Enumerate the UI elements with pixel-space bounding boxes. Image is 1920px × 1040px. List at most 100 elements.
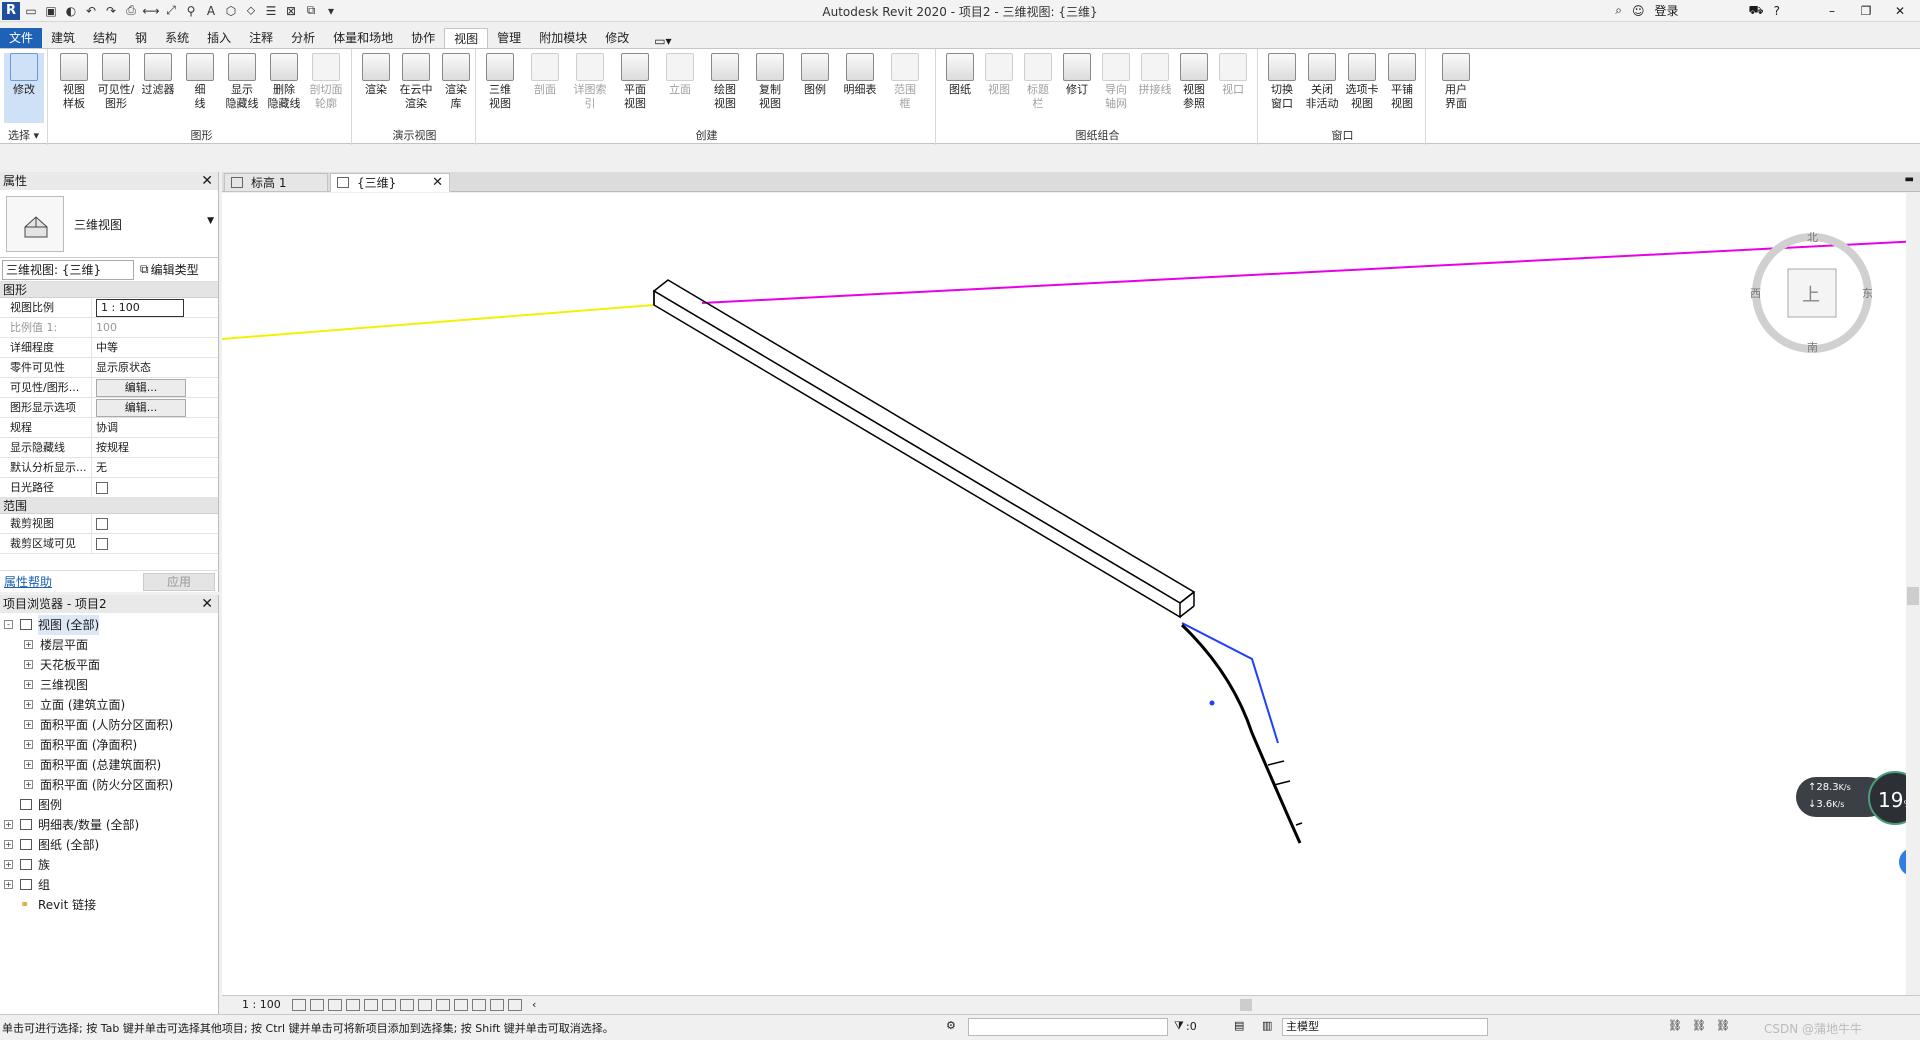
undo-icon[interactable]: ↶ xyxy=(82,2,100,20)
ribbon-button-sheet-3[interactable]: 修订 xyxy=(1057,53,1097,97)
workset-icon[interactable]: ⚙ xyxy=(946,1019,956,1032)
ribbon-button-presentation-2[interactable]: 渲染 库 xyxy=(436,53,476,111)
vertical-scrollbar[interactable] xyxy=(1906,193,1920,995)
worksharing-icon[interactable] xyxy=(472,998,486,1011)
browser-item[interactable]: 图例 xyxy=(0,795,218,815)
browser-item[interactable]: + 楼层平面 xyxy=(0,635,218,655)
ribbon-button-sheet-6[interactable]: 视图 参照 xyxy=(1174,53,1214,111)
ribbon-tab[interactable]: 协作 xyxy=(402,28,444,48)
section-icon[interactable]: ⬦ xyxy=(242,2,260,20)
ribbon-button-create-5[interactable]: 绘图 视图 xyxy=(705,53,745,111)
select-underlay-icon[interactable]: ⛓ xyxy=(1692,1019,1706,1032)
property-value[interactable]: 编辑... xyxy=(92,398,186,417)
expand-icon[interactable]: + xyxy=(4,860,13,869)
property-group-header[interactable]: 图形 xyxy=(0,282,218,298)
ribbon-button-presentation-0[interactable]: 渲染 xyxy=(356,53,396,97)
design-options-icon[interactable]: ▥ xyxy=(1262,1019,1272,1032)
close-properties-icon[interactable]: ✕ xyxy=(201,172,213,190)
ribbon-button-create-8[interactable]: 明细表 xyxy=(840,53,880,97)
panel-title-select[interactable]: 选择 ▾ xyxy=(0,127,47,143)
ribbon-button-create-3[interactable]: 平面 视图 xyxy=(615,53,655,111)
select-links-icon[interactable]: ⛓ xyxy=(1668,1019,1682,1032)
help-icon[interactable]: ? xyxy=(1774,4,1780,18)
property-checkbox[interactable] xyxy=(96,482,108,494)
ribbon-tab[interactable]: 修改 xyxy=(596,28,638,48)
crop-view-icon[interactable] xyxy=(382,998,396,1011)
analytical-model-icon[interactable] xyxy=(490,998,504,1011)
horizontal-scroll-thumb[interactable] xyxy=(1240,999,1252,1011)
close-tab-icon[interactable]: ✕ xyxy=(432,174,443,192)
view-scale[interactable]: 1 : 100 xyxy=(242,998,292,1011)
ribbon-button-graphics-0[interactable]: 视图 样板 xyxy=(54,53,94,111)
browser-item[interactable]: + 立面 (建筑立面) xyxy=(0,695,218,715)
vertical-scroll-thumb[interactable] xyxy=(1907,587,1919,605)
cart-icon[interactable]: ⛟ xyxy=(1749,3,1764,19)
browser-item[interactable]: ⚭ Revit 链接 xyxy=(0,895,218,915)
redo-icon[interactable]: ↷ xyxy=(102,2,120,20)
visual-style-icon[interactable] xyxy=(310,998,324,1011)
ribbon-tab[interactable]: 插入 xyxy=(198,28,240,48)
expand-icon[interactable]: + xyxy=(24,680,33,689)
black-curve[interactable] xyxy=(1180,623,1302,844)
ribbon-tab[interactable]: 管理 xyxy=(488,28,530,48)
ribbon-tab[interactable]: 注释 xyxy=(240,28,282,48)
property-value[interactable]: 中等 xyxy=(92,338,184,357)
property-value[interactable]: 按规程 xyxy=(92,438,184,457)
view-canvas[interactable]: 上 北 南 东 西 ↑28.3K/s ↓3.6K/s 19% ‹ xyxy=(222,193,1920,995)
sync-icon[interactable]: ◐ xyxy=(62,2,80,20)
expand-icon[interactable]: + xyxy=(4,880,13,889)
property-value[interactable] xyxy=(92,478,184,497)
measure-icon[interactable]: ⟷ xyxy=(142,2,160,20)
compass-west[interactable]: 西 xyxy=(1750,285,1761,301)
expand-icon[interactable]: + xyxy=(24,660,33,669)
design-option-combo[interactable]: 主模型 xyxy=(1282,1018,1488,1036)
property-value[interactable]: 编辑... xyxy=(92,378,186,397)
ribbon-tab[interactable]: 系统 xyxy=(156,28,198,48)
ribbon-button-windows-1[interactable]: 关闭 非活动 xyxy=(1302,53,1342,111)
property-checkbox[interactable] xyxy=(96,538,108,550)
ribbon-button-create-6[interactable]: 复制 视图 xyxy=(750,53,790,111)
ribbon-button-sheet-5[interactable]: 拼接线 xyxy=(1135,53,1175,97)
ribbon-button-windows-0[interactable]: 切换 窗口 xyxy=(1262,53,1302,111)
filter-icon[interactable]: ⧩ xyxy=(1174,1019,1184,1033)
ribbon-button-graphics-5[interactable]: 删除 隐藏线 xyxy=(264,53,304,111)
edit-button[interactable]: 编辑... xyxy=(96,379,186,397)
close-hidden-icon[interactable]: ⊠ xyxy=(282,2,300,20)
workset-combo[interactable] xyxy=(968,1018,1168,1036)
scroll-left-icon[interactable]: ‹ xyxy=(532,998,536,1011)
properties-help-link[interactable]: 属性帮助 xyxy=(4,573,52,590)
compass-east[interactable]: 东 xyxy=(1862,285,1873,301)
ribbon-button-sheet-7[interactable]: 视口 xyxy=(1213,53,1253,97)
browser-item[interactable]: + 面积平面 (净面积) xyxy=(0,735,218,755)
browser-item[interactable]: + 天花板平面 xyxy=(0,655,218,675)
blue-point[interactable] xyxy=(1209,700,1215,706)
ribbon-button-create-7[interactable]: 图例 xyxy=(795,53,835,97)
print-icon[interactable]: ⎙ xyxy=(122,2,140,20)
viewcube[interactable]: 上 北 南 东 西 xyxy=(1750,231,1873,354)
login-link[interactable]: 登录 xyxy=(1655,2,1679,19)
sun-path-icon[interactable] xyxy=(328,998,342,1011)
ribbon-button-sheet-0[interactable]: 图纸 xyxy=(940,53,980,97)
ribbon-button-create-9[interactable]: 范围 框 xyxy=(885,53,925,111)
ribbon-button-graphics-1[interactable]: 可见性/ 图形 xyxy=(96,53,136,111)
apply-button[interactable]: 应用 xyxy=(143,572,215,591)
show-crop-icon[interactable] xyxy=(400,998,414,1011)
ribbon-button-create-1[interactable]: 剖面 xyxy=(525,53,565,97)
expand-icon[interactable]: + xyxy=(4,840,13,849)
tab-overflow-icon[interactable]: ▬ xyxy=(1905,174,1914,185)
ribbon-button-create-4[interactable]: 立面 xyxy=(660,53,700,97)
minimize-button[interactable]: – xyxy=(1820,4,1844,18)
ribbon-button-presentation-1[interactable]: 在云中 渲染 xyxy=(396,53,436,111)
modify-button[interactable]: 修改 xyxy=(4,53,44,123)
ribbon-button-windows-3[interactable]: 平铺 视图 xyxy=(1382,53,1422,111)
ribbon-tab[interactable]: 附加模块 xyxy=(530,28,596,48)
ribbon-tab[interactable]: 钢 xyxy=(126,28,156,48)
compass-north[interactable]: 北 xyxy=(1807,229,1818,245)
binoculars-icon[interactable]: ⌕ xyxy=(1615,3,1622,18)
close-window-button[interactable]: ✕ xyxy=(1888,4,1912,18)
ribbon-button-windows-2[interactable]: 选项卡 视图 xyxy=(1342,53,1382,111)
property-value[interactable]: 100 xyxy=(92,318,184,337)
ribbon-tab[interactable]: 体量和场地 xyxy=(324,28,402,48)
dimension-icon[interactable]: ⤢ xyxy=(162,2,180,20)
property-value[interactable]: 协调 xyxy=(92,418,184,437)
